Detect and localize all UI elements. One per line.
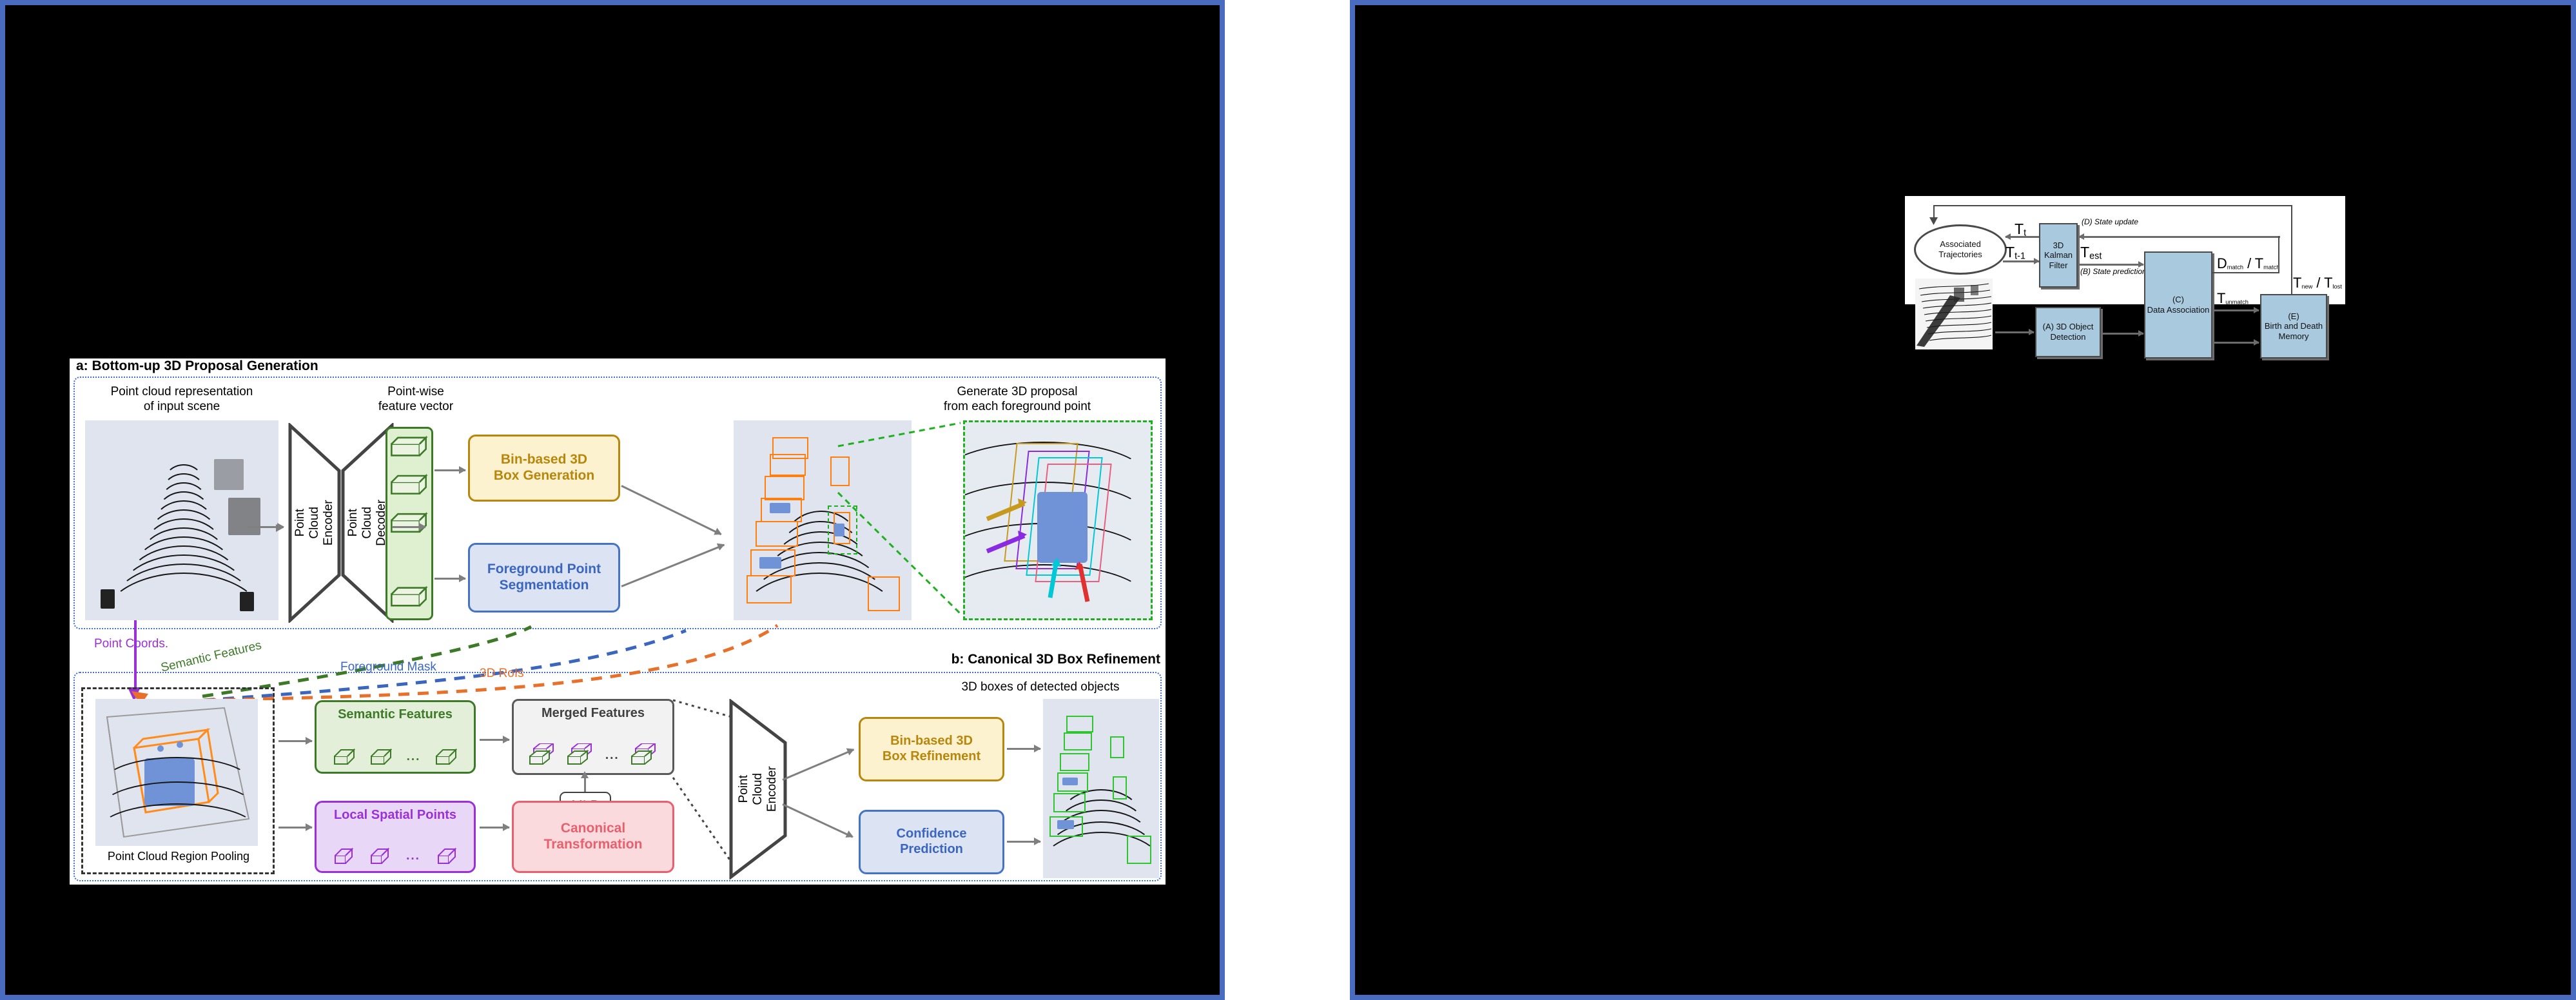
arrow-state-update (2079, 236, 2280, 238)
arrow-pool-to-local (278, 823, 313, 831)
local-spatial-points-bars: ... (317, 847, 474, 866)
confidence-prediction-box[interactable]: Confidence Prediction (859, 810, 1004, 874)
arrow-lidar-to-detection (1995, 329, 2034, 335)
semantic-features-bars: ... (317, 747, 474, 767)
pointrcnn-diagram: a: Bottom-up 3D Proposal Generation b: C… (70, 358, 1166, 885)
caption-lidar-point-cloud: LiDAR Point Cloud (1915, 351, 1986, 360)
encoder-a-label: Point Cloud Encoder (293, 500, 335, 546)
caption-point-wise: Point-wise feature vector (378, 385, 454, 414)
local-spatial-points-box[interactable]: Local Spatial Points ... (315, 801, 476, 873)
arrow-refinement-to-output (1007, 745, 1041, 752)
arrow-decoder-to-features (392, 523, 426, 531)
label-state-prediction: (B) State prediction (2080, 267, 2147, 276)
semantic-features-box[interactable]: Semantic Features ... (315, 700, 476, 774)
section-a-title: a: Bottom-up 3D Proposal Generation (76, 358, 318, 373)
label-t-unmatch: Tunmatch (2217, 290, 2249, 306)
merged-features-label: Merged Features (541, 706, 645, 720)
caption-detected-boxes: 3D boxes of detected objects (961, 680, 1120, 694)
local-spatial-points-label: Local Spatial Points (333, 808, 457, 822)
associated-trajectories-node[interactable]: Associated Trajectories (1914, 224, 2007, 275)
label-d-t: Dt (2103, 314, 2117, 332)
dmatch-rail-riser (2278, 236, 2279, 273)
label-t-tm1: Tt-1 (2005, 244, 2025, 262)
pointrcnn-figure-panel: a: Bottom-up 3D Proposal Generation b: C… (0, 0, 1225, 1000)
semantic-features-label: Semantic Features (338, 707, 453, 721)
arrow-pool-to-semantic (278, 737, 313, 745)
arrow-features-to-bin-gen (434, 466, 466, 474)
feedback-arrowhead (1929, 217, 1938, 225)
semantic-features-ellipsis: ... (406, 749, 421, 763)
kalman-filter-node[interactable]: 3D Kalman Filter (2039, 223, 2078, 288)
birth-death-memory-node[interactable]: (E) Birth and Death Memory (2260, 294, 2327, 358)
section-b-title: b: Canonical 3D Box Refinement (951, 652, 1160, 667)
arrow-detection-to-association (2102, 330, 2144, 337)
arrow-test-to-association (2079, 261, 2144, 268)
decoder-a-label: Point Cloud Decoder (346, 500, 388, 546)
label-dmatch-tmatch: Dmatch / Tmatch (2217, 255, 2280, 271)
merged-features-bars: ... (514, 743, 672, 768)
label-tnew-tlost: Tnew / Tlost (2293, 275, 2342, 291)
encoder-a-label-wrap: Point Cloud Encoder (288, 423, 342, 623)
zoom-in-cone (837, 422, 962, 615)
dmatch-rail-bottom (2212, 272, 2279, 273)
data-association-node[interactable]: (C) Data Association (2144, 251, 2212, 358)
label-state-update: (D) State update (2082, 217, 2139, 226)
ab3dmot-diagram: Associated Trajectories Tt Tt-1 3D Kalma… (1905, 196, 2345, 360)
input-point-cloud-image (85, 420, 278, 620)
caption-region-pooling: Point Cloud Region Pooling (107, 850, 250, 863)
bin-based-3d-box-refinement-box[interactable]: Bin-based 3D Box Refinement (859, 717, 1004, 781)
caption-input-scene: Point cloud representation of input scen… (110, 385, 253, 414)
bin-based-3d-box-generation-box[interactable]: Bin-based 3D Box Generation (468, 435, 620, 502)
arrow-mlp-to-merged (581, 771, 589, 792)
arrow-local-to-canonical (480, 823, 510, 831)
ab3dmot-figure-panel: Associated Trajectories Tt Tt-1 3D Kalma… (1350, 0, 2576, 1000)
foreground-point-segmentation-box[interactable]: Foreground Point Segmentation (468, 543, 620, 613)
arrow-dunmatch (2214, 339, 2259, 346)
canonical-transformation-box[interactable]: Canonical Transformation (512, 801, 674, 873)
feedback-top-rail (1933, 205, 2292, 206)
zoomed-proposal-image (963, 420, 1153, 620)
arrow-tunmatch (2214, 307, 2259, 313)
merged-features-box[interactable]: Merged Features ... (512, 699, 674, 775)
encoder-b-label-wrap: Point Cloud Encoder (727, 699, 789, 879)
screenshot-root: a: Bottom-up 3D Proposal Generation b: C… (0, 0, 2576, 1000)
merged-features-ellipsis: ... (605, 748, 620, 762)
region-pooling-image (95, 699, 258, 846)
object-detection-node[interactable]: (A) 3D Object Detection (2035, 307, 2101, 357)
label-d-unmatch: Dunmatch (2217, 322, 2250, 338)
caption-generate-proposal: Generate 3D proposal from each foregroun… (943, 385, 1091, 414)
arrow-input-to-encoder (248, 523, 284, 531)
arrow-semantic-to-merged (480, 736, 510, 743)
label-t-est: Test (2080, 244, 2102, 262)
local-spatial-points-ellipsis: ... (406, 848, 420, 863)
arrow-confidence-to-output (1007, 838, 1041, 845)
lidar-point-cloud-image (1915, 279, 1993, 349)
detected-boxes-image (1043, 699, 1159, 878)
label-t-t: Tt (2015, 221, 2027, 239)
encoder-b-label: Point Cloud Encoder (737, 766, 779, 812)
arrow-features-to-fg-seg (434, 574, 466, 582)
